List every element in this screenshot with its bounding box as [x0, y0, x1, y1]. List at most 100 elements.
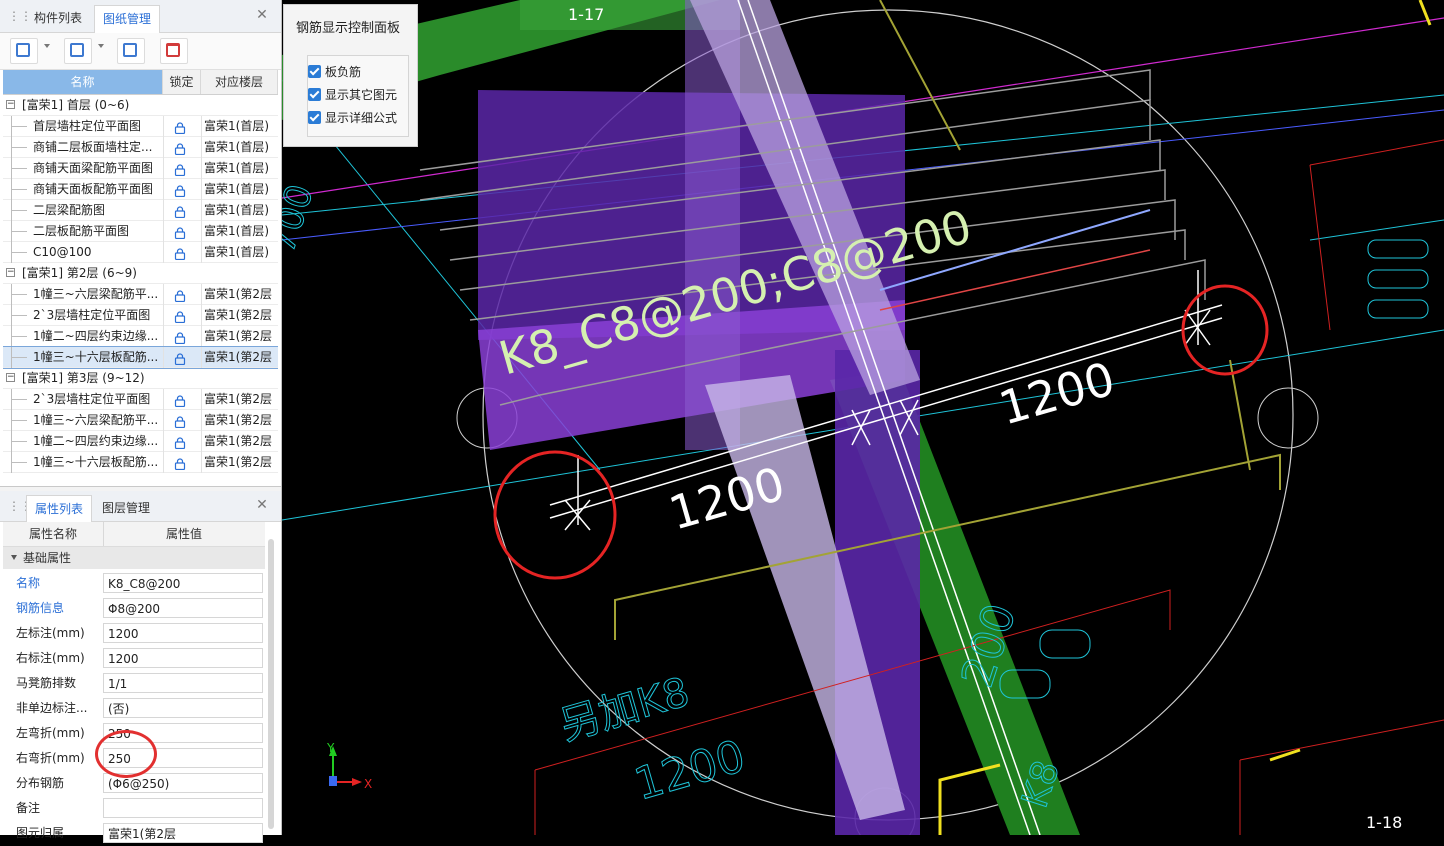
drawing-row[interactable]: C10@100 富荣1(首层) [3, 242, 278, 263]
tree-group[interactable]: − [富荣1] 第2层 (6~9) [3, 263, 278, 284]
column-name[interactable]: 名称 [3, 70, 163, 94]
lock-icon[interactable] [174, 183, 186, 198]
checkbox-checked-icon[interactable] [308, 88, 321, 101]
drawing-floor: 富荣1(第2层 [201, 431, 278, 452]
tab-component-list[interactable]: 构件列表 [26, 5, 90, 32]
lock-icon[interactable] [174, 141, 186, 156]
drawing-row[interactable]: 1幢二~四层约束边缘... 富荣1(第2层 [3, 326, 278, 347]
drawing-row[interactable]: 商铺二层板面墙柱定... 富荣1(首层) [3, 137, 278, 158]
properties-panel: ⋮⋮ 属性列表 图层管理 ✕ 属性名称 属性值 基础属性 名称 K8_C8@200… [0, 491, 281, 843]
drawing-row[interactable]: 二层板配筋平面图 富荣1(首层) [3, 221, 278, 242]
tree-line [11, 462, 27, 463]
svg-text:X: X [364, 777, 372, 791]
cell-divider [163, 305, 164, 326]
drag-grip-icon[interactable]: ⋮⋮ [8, 499, 32, 513]
checkbox-label: 显示详细公式 [325, 111, 398, 125]
close-icon[interactable]: ✕ [255, 498, 269, 512]
checkbox-checked-icon[interactable] [308, 65, 321, 78]
drawing-row[interactable]: 2`3层墙柱定位平面图 富荣1(第2层 [3, 389, 278, 410]
tree-line [11, 189, 27, 190]
tree-group[interactable]: − [富荣1] 首层 (0~6) [3, 95, 278, 116]
property-name: 马凳筋排数 [16, 676, 77, 690]
lock-icon[interactable] [174, 414, 186, 429]
tree-line [11, 252, 27, 253]
tree-line [11, 315, 27, 316]
lock-icon[interactable] [174, 309, 186, 324]
property-row: 钢筋信息 Φ8@200 [3, 596, 265, 621]
properties-scrollbar[interactable] [268, 539, 274, 829]
drag-grip-icon[interactable]: ⋮⋮ [8, 9, 32, 23]
lock-icon[interactable] [174, 330, 186, 345]
property-row: 左标注(mm) 1200 [3, 621, 265, 646]
drawing-row[interactable]: 1幢二~四层约束边缘... 富荣1(第2层 [3, 431, 278, 452]
collapse-toggle-icon[interactable]: − [6, 373, 15, 382]
lock-icon[interactable] [174, 225, 186, 240]
drawing-name: 1幢三~十六层板配筋... [33, 350, 159, 364]
property-value-field[interactable]: 1200 [103, 648, 263, 668]
drawing-name: 1幢二~四层约束边缘... [33, 329, 159, 343]
property-row: 马凳筋排数 1/1 [3, 671, 265, 696]
drawing-name: C10@100 [33, 245, 92, 259]
drawing-row[interactable]: 2`3层墙柱定位平面图 富荣1(第2层 [3, 305, 278, 326]
delete-drawing-button[interactable] [160, 38, 188, 64]
checkbox-label: 显示其它图元 [325, 88, 398, 102]
cell-divider [163, 452, 164, 473]
property-value-field[interactable]: 富荣1(第2层 [103, 823, 263, 843]
chevron-down-icon[interactable] [98, 44, 104, 48]
drawing-row[interactable]: 1幢三~六层梁配筋平... 富荣1(第2层 [3, 284, 278, 305]
close-icon[interactable]: ✕ [255, 8, 269, 22]
tree-line [11, 231, 27, 232]
tree-group[interactable]: − [富荣1] 第3层 (9~12) [3, 368, 278, 389]
property-value-field[interactable] [103, 798, 263, 818]
lock-icon[interactable] [174, 288, 186, 303]
tab-property-list[interactable]: 属性列表 [26, 495, 93, 523]
property-name: 右弯折(mm) [16, 751, 85, 765]
drawing-row[interactable]: 二层梁配筋图 富荣1(首层) [3, 200, 278, 221]
column-lock[interactable]: 锁定 [163, 70, 201, 94]
lock-icon[interactable] [174, 246, 186, 261]
drawing-name: 2`3层墙柱定位平面图 [33, 392, 151, 406]
tab-layer-manager[interactable]: 图层管理 [94, 495, 158, 521]
chevron-down-icon[interactable] [44, 44, 50, 48]
property-value-field[interactable]: Φ8@200 [103, 598, 263, 618]
add-drawing-icon [16, 43, 30, 57]
lock-icon[interactable] [174, 162, 186, 177]
tab-drawing-manager[interactable]: 图纸管理 [94, 5, 161, 34]
drawing-row[interactable]: 首层墙柱定位平面图 富荣1(首层) [3, 116, 278, 137]
property-value-field[interactable]: 1200 [103, 623, 263, 643]
property-value-field[interactable]: 1/1 [103, 673, 263, 693]
lock-icon[interactable] [174, 456, 186, 471]
property-name[interactable]: 名称 [16, 571, 104, 596]
column-floor[interactable]: 对应楼层 [201, 70, 278, 94]
property-value-field[interactable]: (否) [103, 698, 263, 718]
drawing-row[interactable]: 1幢三~十六层板配筋... 富荣1(第2层 [3, 346, 278, 369]
lock-icon[interactable] [174, 204, 186, 219]
copy-drawing-button[interactable] [117, 38, 145, 64]
collapse-toggle-icon[interactable]: − [6, 268, 15, 277]
lock-icon[interactable] [174, 393, 186, 408]
section-basic-properties[interactable]: 基础属性 [3, 547, 265, 569]
drawing-row[interactable]: 1幢三~十六层板配筋... 富荣1(第2层 [3, 452, 278, 473]
lock-icon[interactable] [174, 351, 186, 366]
drawing-row[interactable]: 商铺天面梁配筋平面图 富荣1(首层) [3, 158, 278, 179]
drawing-row[interactable]: 1幢三~六层梁配筋平... 富荣1(第2层 [3, 410, 278, 431]
add-drawing-button[interactable] [10, 38, 38, 64]
tree-line [11, 294, 27, 295]
property-name[interactable]: 钢筋信息 [16, 596, 104, 621]
property-name: 右标注(mm) [16, 651, 85, 665]
drawing-floor: 富荣1(首层) [201, 116, 278, 137]
lock-icon[interactable] [174, 435, 186, 450]
collapse-toggle-icon[interactable]: − [6, 100, 15, 109]
tree-line [11, 336, 27, 337]
property-value-field[interactable]: K8_C8@200 [103, 573, 263, 593]
cad-canvas[interactable]: 1-17 1-18 K8_C8@200;C8@200 1200 1200 700… [282, 0, 1444, 835]
top-panel-tabs: ⋮⋮ 构件列表 图纸管理 ✕ [0, 0, 281, 34]
tree-line [11, 147, 27, 148]
section-label: 基础属性 [23, 551, 72, 565]
lock-icon[interactable] [174, 120, 186, 135]
drawing-row[interactable]: 商铺天面板配筋平面图 富荣1(首层) [3, 179, 278, 200]
drawing-name: 商铺天面梁配筋平面图 [33, 161, 154, 175]
checkbox-checked-icon[interactable] [308, 111, 321, 124]
property-name: 图元归属 [16, 826, 65, 840]
edit-drawing-button[interactable] [64, 38, 92, 64]
